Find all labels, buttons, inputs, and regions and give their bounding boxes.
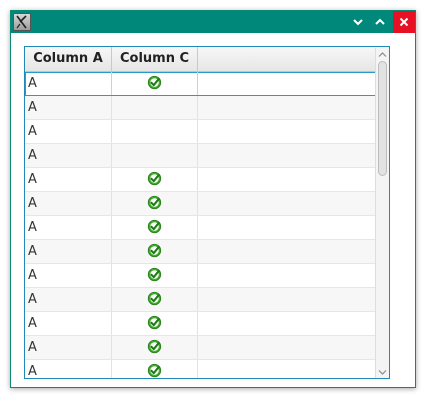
cell-filler	[198, 360, 389, 378]
green-check-icon	[147, 315, 162, 330]
cell-filler	[198, 312, 389, 335]
cell-column-a[interactable]: A	[25, 72, 112, 95]
cell-column-a[interactable]: A	[25, 120, 112, 143]
cell-column-a[interactable]: A	[25, 288, 112, 311]
cell-column-a[interactable]: A	[25, 264, 112, 287]
chevron-down-icon	[353, 19, 363, 26]
data-table[interactable]: Column A Column C AAAAAAAAAAAAA	[24, 46, 390, 379]
cell-filler	[198, 192, 389, 215]
cell-column-c[interactable]	[112, 312, 198, 335]
table-row[interactable]: A	[25, 72, 389, 96]
cell-filler	[198, 96, 389, 119]
cell-column-a[interactable]: A	[25, 96, 112, 119]
vertical-scrollbar[interactable]	[375, 48, 389, 378]
table-row[interactable]: A	[25, 288, 389, 312]
app-window: Column A Column C AAAAAAAAAAAAA	[10, 10, 416, 388]
cell-column-c[interactable]	[112, 192, 198, 215]
table-row[interactable]: A	[25, 216, 389, 240]
scroll-up-arrow[interactable]	[376, 48, 389, 60]
green-check-icon	[147, 267, 162, 282]
cell-column-c[interactable]	[112, 216, 198, 239]
cell-filler	[198, 120, 389, 143]
table-row[interactable]: A	[25, 168, 389, 192]
table-row[interactable]: A	[25, 312, 389, 336]
cell-filler	[198, 168, 389, 191]
green-check-icon	[147, 363, 162, 378]
chevron-up-icon	[375, 18, 385, 25]
scrollbar-thumb[interactable]	[378, 61, 387, 176]
cell-column-c[interactable]	[112, 144, 198, 167]
cell-column-c[interactable]	[112, 360, 198, 378]
cell-column-a[interactable]: A	[25, 216, 112, 239]
cell-filler	[198, 336, 389, 359]
cell-filler	[198, 288, 389, 311]
cell-column-a[interactable]: A	[25, 168, 112, 191]
app-window-icon	[13, 13, 31, 31]
scroll-down-arrow[interactable]	[376, 366, 389, 378]
cell-filler	[198, 72, 389, 95]
cell-column-a[interactable]: A	[25, 144, 112, 167]
green-check-icon	[147, 243, 162, 258]
chevron-up-icon	[378, 51, 387, 57]
cell-column-c[interactable]	[112, 120, 198, 143]
green-check-icon	[147, 195, 162, 210]
table-row[interactable]: A	[25, 240, 389, 264]
green-check-icon	[147, 171, 162, 186]
cell-column-c[interactable]	[112, 96, 198, 119]
green-check-icon	[147, 219, 162, 234]
green-check-icon	[147, 339, 162, 354]
green-check-icon	[147, 75, 162, 90]
column-header-a[interactable]: Column A	[25, 47, 112, 71]
cell-filler	[198, 240, 389, 263]
close-icon	[399, 17, 409, 27]
chevron-down-icon	[378, 369, 387, 375]
cell-column-c[interactable]	[112, 72, 198, 95]
cell-column-c[interactable]	[112, 240, 198, 263]
cell-column-a[interactable]: A	[25, 360, 112, 378]
column-header-c[interactable]: Column C	[112, 47, 198, 71]
table-body: AAAAAAAAAAAAA	[25, 72, 389, 378]
cell-column-c[interactable]	[112, 288, 198, 311]
cell-column-c[interactable]	[112, 336, 198, 359]
cell-filler	[198, 144, 389, 167]
close-button[interactable]	[393, 11, 415, 33]
cell-column-a[interactable]: A	[25, 240, 112, 263]
minimize-button[interactable]	[347, 11, 369, 33]
table-row[interactable]: A	[25, 144, 389, 168]
table-row[interactable]: A	[25, 120, 389, 144]
table-row[interactable]: A	[25, 96, 389, 120]
table-row[interactable]: A	[25, 192, 389, 216]
cell-column-a[interactable]: A	[25, 312, 112, 335]
cell-filler	[198, 264, 389, 287]
cell-column-c[interactable]	[112, 264, 198, 287]
cell-column-a[interactable]: A	[25, 192, 112, 215]
table-row[interactable]: A	[25, 360, 389, 378]
green-check-icon	[147, 291, 162, 306]
cell-filler	[198, 216, 389, 239]
cell-column-a[interactable]: A	[25, 336, 112, 359]
cell-column-c[interactable]	[112, 168, 198, 191]
column-header-filler	[198, 47, 389, 71]
table-header: Column A Column C	[25, 47, 389, 72]
table-row[interactable]: A	[25, 264, 389, 288]
title-bar[interactable]	[11, 11, 415, 33]
table-row[interactable]: A	[25, 336, 389, 360]
maximize-button[interactable]	[369, 11, 391, 33]
